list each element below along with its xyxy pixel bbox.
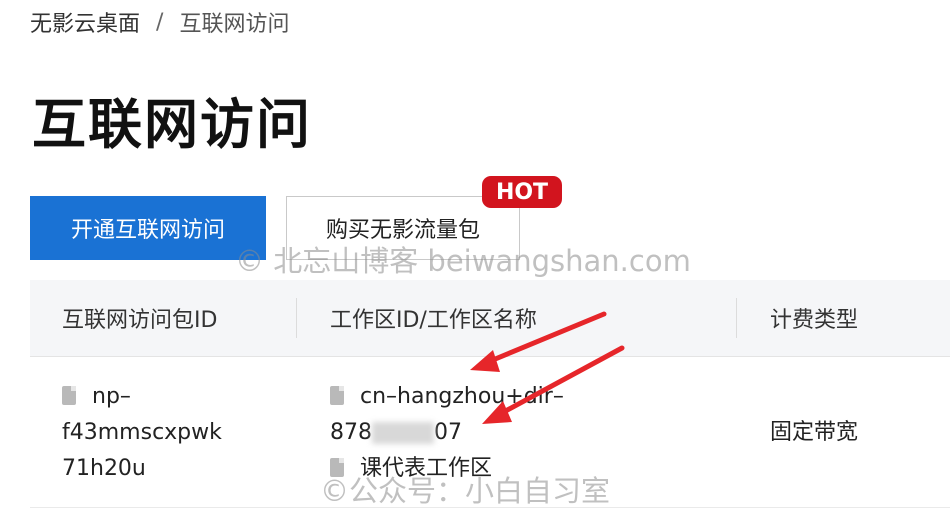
workspace-id-suffix: 07: [434, 420, 462, 445]
breadcrumb-root-link[interactable]: 无影云桌面: [30, 6, 140, 38]
enable-internet-access-button[interactable]: 开通互联网访问: [30, 196, 266, 260]
page-title: 互联网访问: [32, 93, 312, 156]
billing-type-cell: 固定带宽: [770, 420, 859, 445]
document-icon[interactable]: [330, 386, 344, 405]
breadcrumb-separator: /: [156, 9, 164, 35]
document-icon[interactable]: [330, 458, 344, 477]
workspace-id-line1[interactable]: cn–hangzhou+dir–: [360, 384, 564, 409]
table-header: 互联网访问包ID 工作区ID/工作区名称 计费类型: [30, 280, 950, 357]
column-divider: [296, 298, 297, 338]
column-header-package-id: 互联网访问包ID: [62, 308, 218, 333]
breadcrumb: 无影云桌面 / 互联网访问: [30, 6, 289, 38]
redacted-blur: [372, 422, 434, 444]
package-id-line: 71h20u: [62, 456, 146, 481]
column-divider: [736, 298, 737, 338]
package-id-cell: np– f43mmscxpwk 71h20u: [62, 379, 282, 487]
workspace-id-prefix: 878: [330, 420, 372, 445]
hot-badge: HOT: [482, 176, 562, 208]
table-row: np– f43mmscxpwk 71h20u cn–hangzhou+dir– …: [30, 357, 950, 508]
breadcrumb-current: 互联网访问: [179, 12, 290, 37]
column-header-workspace: 工作区ID/工作区名称: [330, 308, 537, 333]
workspace-cell: cn–hangzhou+dir– 878 07 课代表工作区: [330, 379, 630, 487]
package-id-line: np–: [92, 384, 131, 409]
package-id-line: f43mmscxpwk: [62, 420, 222, 445]
column-header-billing-type: 计费类型: [770, 308, 859, 333]
document-icon[interactable]: [62, 386, 76, 405]
workspace-name: 课代表工作区: [360, 456, 493, 481]
